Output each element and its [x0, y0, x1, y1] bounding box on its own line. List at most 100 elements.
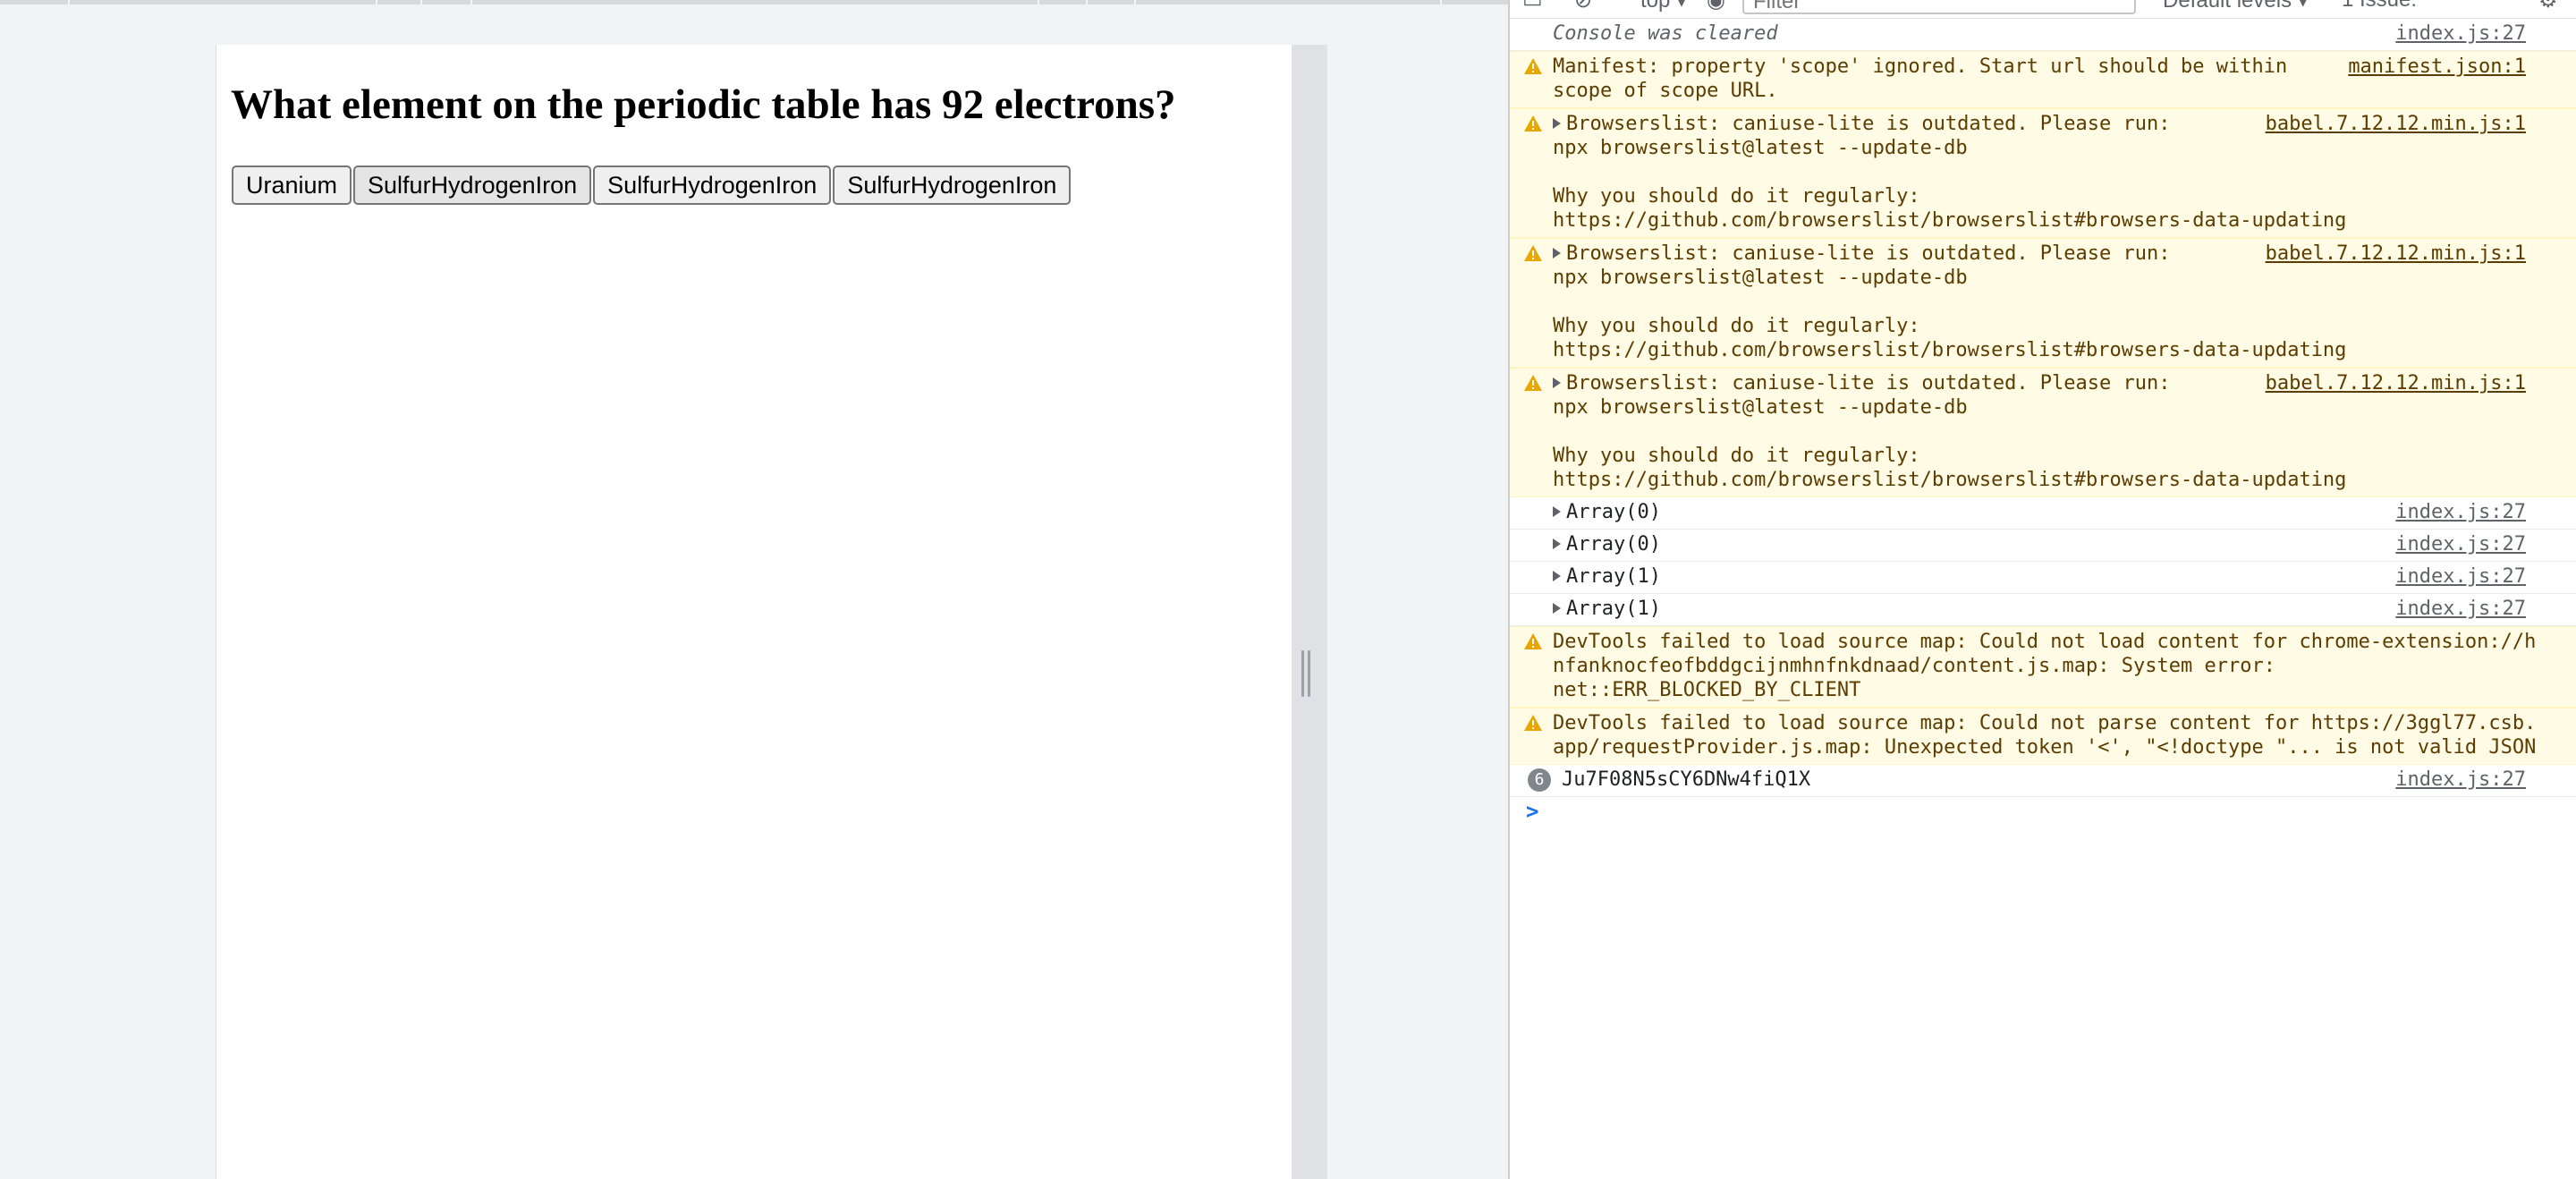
- console-message[interactable]: Array(0) index.js:27: [1510, 497, 2576, 530]
- issues-label: 1 Issue:: [2342, 0, 2417, 12]
- source-link[interactable]: index.js:27: [2386, 768, 2526, 792]
- message-line-text: DevTools failed to load source map: Coul…: [1553, 712, 2537, 734]
- warning-icon: [1524, 375, 1542, 391]
- context-label: top: [1640, 0, 1671, 13]
- console-warning-message[interactable]: Browserslist: caniuse-lite is outdated. …: [1510, 108, 2576, 238]
- repeat-count-badge: 6: [1528, 768, 1551, 792]
- expand-triangle-icon[interactable]: [1553, 118, 1561, 129]
- message-line-text: Array(0): [1566, 533, 1661, 556]
- answer-button-4[interactable]: SulfurHydrogenIron: [833, 165, 1072, 205]
- message-line: scope of scope URL.: [1553, 79, 2540, 103]
- clear-console-icon[interactable]: ⊘: [1574, 0, 1592, 13]
- answer-button-1[interactable]: Uranium: [232, 165, 352, 205]
- message-link[interactable]: https://github.com/browserslist/browsers…: [1553, 209, 2346, 232]
- devtools-console-panel: ▭ ⊘ top ▾ ◉ Default levels ▾ 1 Issue: ⚙ …: [1508, 0, 2576, 1179]
- settings-gear-icon[interactable]: ⚙: [2538, 0, 2558, 13]
- answer-button-3[interactable]: SulfurHydrogenIron: [593, 165, 832, 205]
- message-link[interactable]: https://github.com/browserslist/browsers…: [1553, 339, 2346, 361]
- console-warning-message[interactable]: Browserslist: caniuse-lite is outdated. …: [1510, 368, 2576, 497]
- message-line: ​: [1553, 160, 2540, 184]
- message-line: nfanknocfeofbddgcijnmhnfnkdnaad/content.…: [1553, 654, 2540, 678]
- preview-pane: What element on the periodic table has 9…: [0, 0, 1508, 1179]
- rendered-page: What element on the periodic table has 9…: [216, 45, 1292, 1179]
- message-line-text: Why you should do it regularly:: [1553, 315, 1920, 337]
- message-line-text: net::ERR_BLOCKED_BY_CLIENT: [1553, 679, 1861, 701]
- console-warning-message: Manifest: property 'scope' ignored. Star…: [1510, 51, 2576, 108]
- message-line-text: app/requestProvider.js.map: Unexpected t…: [1553, 736, 2537, 759]
- message-text: DevTools failed to load source map: Coul…: [1553, 711, 2540, 759]
- message-line-text: nfanknocfeofbddgcijnmhnfnkdnaad/content.…: [1553, 655, 2275, 677]
- source-link[interactable]: babel.7.12.12.min.js:1: [2256, 242, 2526, 266]
- message-line-text: npx browserslist@latest --update-db: [1553, 267, 1968, 289]
- source-link[interactable]: babel.7.12.12.min.js:1: [2256, 112, 2526, 136]
- resize-handle[interactable]: [1301, 650, 1312, 697]
- log-levels-label: Default levels: [2163, 0, 2292, 13]
- message-line: https://github.com/browserslist/browsers…: [1553, 208, 2540, 233]
- message-line: app/requestProvider.js.map: Unexpected t…: [1553, 735, 2540, 759]
- expand-triangle-icon[interactable]: [1553, 506, 1561, 517]
- message-line: npx browserslist@latest --update-db: [1553, 395, 2540, 420]
- expand-triangle-icon[interactable]: [1553, 539, 1561, 549]
- log-levels-dropdown[interactable]: Default levels ▾: [2163, 0, 2309, 13]
- expand-triangle-icon[interactable]: [1553, 248, 1561, 259]
- message-line: Why you should do it regularly:: [1553, 314, 2540, 338]
- sidebar-toggle-icon[interactable]: ▭: [1522, 0, 1543, 13]
- message-line-text: Browserslist: caniuse-lite is outdated. …: [1566, 242, 2171, 265]
- message-line-text: Array(1): [1566, 565, 1661, 588]
- console-prompt[interactable]: >: [1510, 797, 2576, 829]
- expand-triangle-icon[interactable]: [1553, 571, 1561, 581]
- source-link[interactable]: babel.7.12.12.min.js:1: [2256, 371, 2526, 395]
- console-warning-message: DevTools failed to load source map: Coul…: [1510, 626, 2576, 708]
- expand-triangle-icon[interactable]: [1553, 377, 1561, 388]
- message-line: DevTools failed to load source map: Coul…: [1553, 630, 2540, 654]
- message-line-text: Why you should do it regularly:: [1553, 185, 1920, 208]
- message-line-text: Manifest: property 'scope' ignored. Star…: [1553, 55, 2288, 78]
- answer-button-2[interactable]: SulfurHydrogenIron: [353, 165, 592, 205]
- message-line-text: Browserslist: caniuse-lite is outdated. …: [1566, 372, 2171, 394]
- console-warning-message: DevTools failed to load source map: Coul…: [1510, 708, 2576, 765]
- message-line-text: DevTools failed to load source map: Coul…: [1553, 631, 2537, 653]
- source-link[interactable]: index.js:27: [2386, 597, 2526, 621]
- warning-icon: [1524, 245, 1542, 261]
- answer-button-group: Uranium SulfurHydrogenIron SulfurHydroge…: [232, 165, 1072, 205]
- message-line: DevTools failed to load source map: Coul…: [1553, 711, 2540, 735]
- expand-triangle-icon[interactable]: [1553, 603, 1561, 614]
- message-line: ​: [1553, 290, 2540, 314]
- console-log: Console was cleared index.js:27 Manifest: …: [1510, 19, 2576, 829]
- message-line: https://github.com/browserslist/browsers…: [1553, 468, 2540, 492]
- console-toolbar: ▭ ⊘ top ▾ ◉ Default levels ▾ 1 Issue: ⚙: [1510, 0, 2576, 19]
- source-link[interactable]: index.js:27: [2386, 532, 2526, 556]
- message-line: ​: [1553, 420, 2540, 444]
- console-warning-message[interactable]: Browserslist: caniuse-lite is outdated. …: [1510, 238, 2576, 368]
- source-link[interactable]: index.js:27: [2386, 21, 2526, 46]
- message-line-text: Why you should do it regularly:: [1553, 445, 1920, 467]
- console-message[interactable]: Array(1) index.js:27: [1510, 594, 2576, 626]
- console-message[interactable]: Array(1) index.js:27: [1510, 562, 2576, 594]
- source-link[interactable]: manifest.json:1: [2339, 55, 2526, 79]
- context-selector[interactable]: top ▾: [1640, 0, 1687, 13]
- issues-button[interactable]: 1 Issue:: [2342, 0, 2417, 13]
- filter-input[interactable]: [1742, 0, 2136, 14]
- message-line: npx browserslist@latest --update-db: [1553, 266, 2540, 290]
- message-line: Why you should do it regularly:: [1553, 444, 2540, 468]
- message-line-text: scope of scope URL.: [1553, 80, 1778, 102]
- message-text: DevTools failed to load source map: Coul…: [1553, 630, 2540, 702]
- warning-icon: [1524, 633, 1542, 649]
- console-message: Console was cleared index.js:27: [1510, 19, 2576, 51]
- message-link[interactable]: https://github.com/browserslist/browsers…: [1553, 469, 2346, 491]
- warning-icon: [1524, 58, 1542, 74]
- message-line-text: Array(1): [1566, 598, 1661, 620]
- source-link[interactable]: index.js:27: [2386, 500, 2526, 524]
- message-line-text: Browserslist: caniuse-lite is outdated. …: [1566, 113, 2171, 135]
- warning-icon: [1524, 715, 1542, 731]
- message-line-text: Array(0): [1566, 501, 1661, 523]
- eye-icon[interactable]: ◉: [1707, 0, 1725, 13]
- console-message[interactable]: Array(0) index.js:27: [1510, 530, 2576, 562]
- question-heading: What element on the periodic table has 9…: [231, 81, 1176, 128]
- console-message: 6 Ju7F08N5sCY6DNw4fiQ1X index.js:27: [1510, 765, 2576, 797]
- prompt-chevron-icon: >: [1526, 799, 1539, 824]
- message-line: Why you should do it regularly:: [1553, 184, 2540, 208]
- source-link[interactable]: index.js:27: [2386, 564, 2526, 589]
- message-line: npx browserslist@latest --update-db: [1553, 136, 2540, 160]
- warning-icon: [1524, 115, 1542, 131]
